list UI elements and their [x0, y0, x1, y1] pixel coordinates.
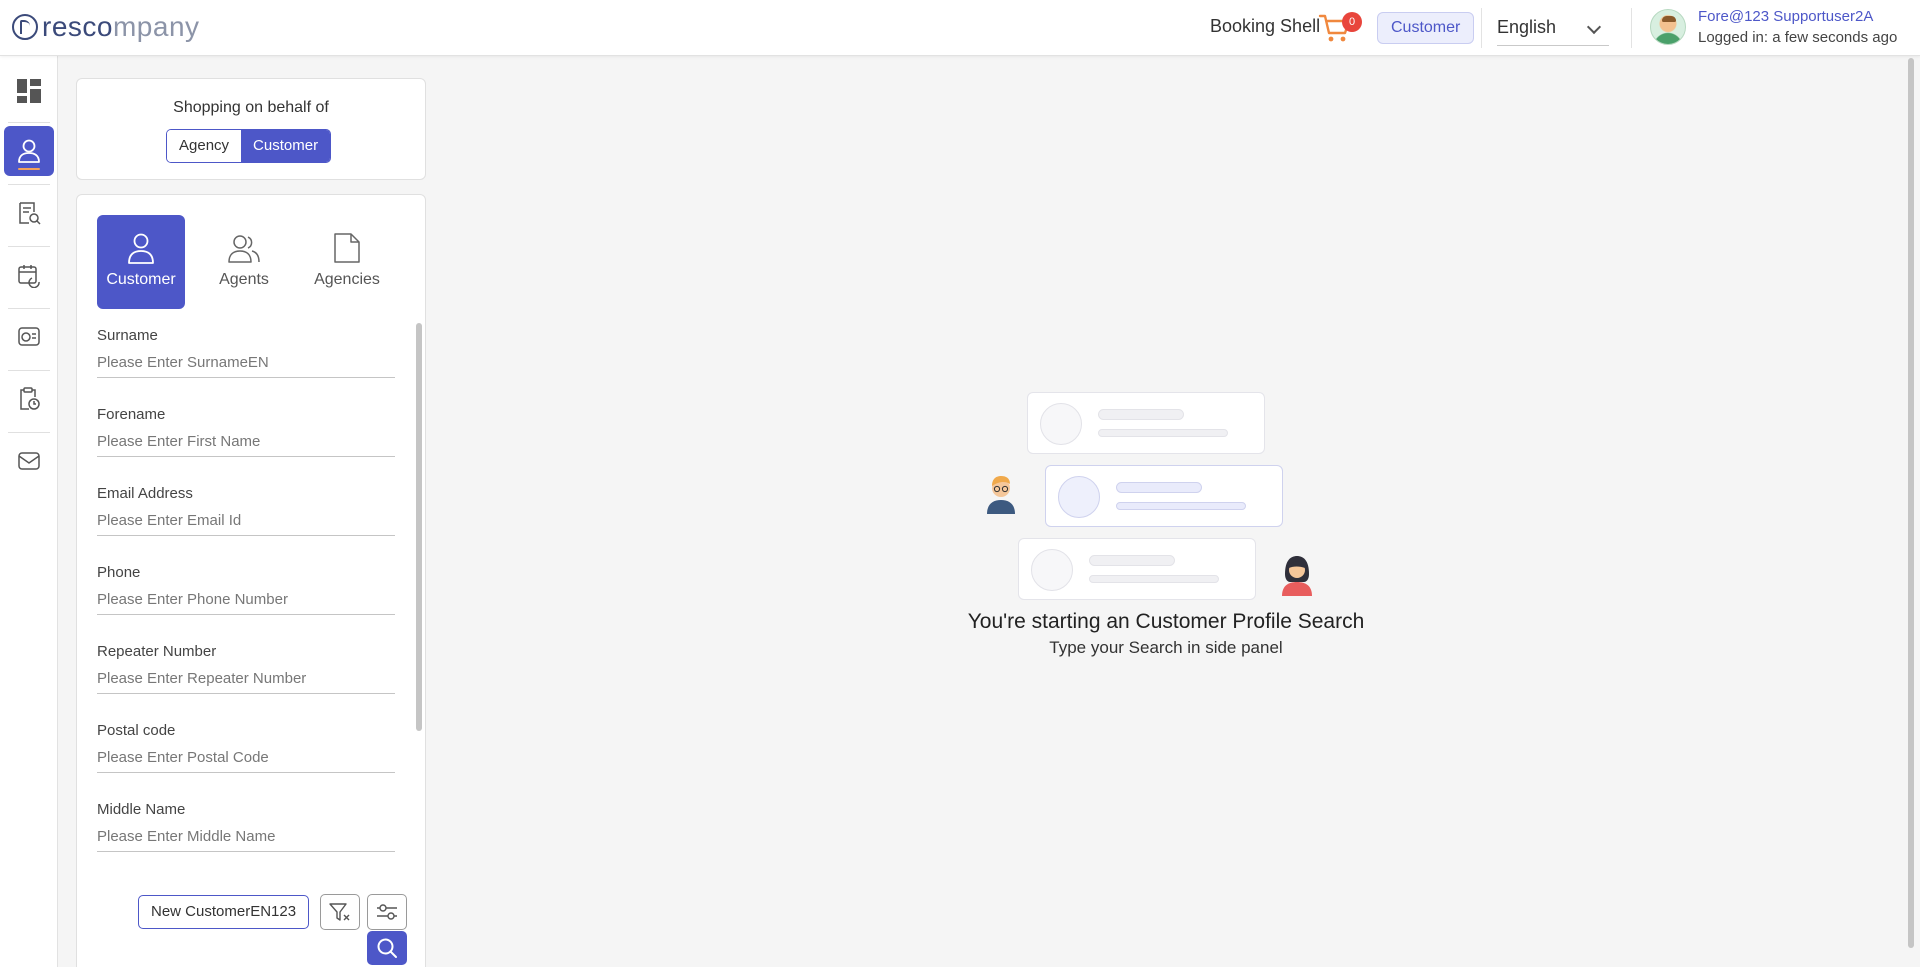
middle-name-input[interactable] — [97, 822, 395, 852]
company-logo[interactable]: rescompany — [12, 10, 200, 44]
search-button[interactable] — [367, 931, 407, 965]
booking-search-icon — [19, 202, 41, 225]
behalf-customer-button[interactable]: Customer — [241, 130, 331, 162]
divider — [1631, 8, 1632, 48]
placeholder-card — [1018, 538, 1256, 600]
behalf-toggle: Agency Customer — [166, 129, 332, 163]
booking-shell-label: Booking Shell — [1210, 16, 1321, 36]
surname-input[interactable] — [97, 348, 395, 378]
empty-state: You're starting an Customer Profile Sear… — [866, 0, 1466, 967]
phone-field-group: Phone — [97, 562, 395, 641]
avatar[interactable] — [1650, 9, 1686, 45]
tab-agencies[interactable]: Agencies — [303, 215, 391, 309]
mail-icon — [18, 452, 40, 470]
placeholder-card — [1027, 392, 1265, 454]
filter-clear-icon — [329, 903, 350, 921]
tab-customer[interactable]: Customer — [97, 215, 185, 309]
search-actions: New CustomerEN123 — [77, 885, 425, 965]
sliders-icon — [377, 904, 397, 920]
fields-scrollbar[interactable] — [415, 323, 423, 873]
nav-payments[interactable] — [4, 312, 54, 362]
forename-label: Forename — [97, 406, 166, 423]
divider — [1481, 8, 1482, 48]
search-icon — [377, 938, 397, 958]
tab-agents[interactable]: Agents — [200, 215, 288, 309]
divider — [8, 432, 50, 433]
repeater-number-input[interactable] — [97, 664, 395, 694]
postal-code-label: Postal code — [97, 722, 176, 739]
surname-field-group: Surname — [97, 325, 395, 404]
behalf-agency-button[interactable]: Agency — [167, 130, 242, 162]
cart-button[interactable]: 0 — [1318, 12, 1362, 46]
tab-agents-label: Agents — [219, 271, 269, 288]
divider — [8, 122, 50, 123]
profile-icon — [18, 139, 40, 163]
new-customer-button[interactable]: New CustomerEN123 — [138, 895, 310, 929]
nav-clipboard-clock[interactable] — [4, 374, 54, 424]
document-icon — [334, 233, 360, 263]
clear-filter-button[interactable] — [320, 894, 360, 930]
search-type-tabs: Customer Agents Agencies — [77, 195, 425, 315]
email-label: Email Address — [97, 485, 193, 502]
surname-label: Surname — [97, 327, 158, 344]
forename-input[interactable] — [97, 427, 395, 457]
language-value: English — [1497, 17, 1557, 37]
language-select[interactable]: English — [1497, 10, 1609, 46]
divider — [8, 246, 50, 247]
role-badge[interactable]: Customer — [1377, 12, 1475, 44]
left-nav-rail — [0, 56, 58, 967]
search-panel: Customer Agents Agencies Surname Forenam — [76, 194, 426, 967]
male-agent-illustration-icon — [987, 476, 1015, 514]
repeater-number-label: Repeater Number — [97, 643, 217, 660]
main-scrollbar[interactable] — [1906, 58, 1916, 958]
fields-scroll-thumb[interactable] — [416, 323, 422, 731]
behalf-title: Shopping on behalf of — [173, 99, 329, 116]
email-input[interactable] — [97, 506, 395, 536]
repeater-number-field-group: Repeater Number — [97, 641, 395, 720]
middle-name-field-group: Middle Name — [97, 799, 395, 878]
nav-dashboard[interactable] — [4, 66, 54, 116]
divider — [8, 308, 50, 309]
tab-agencies-label: Agencies — [314, 271, 380, 288]
female-agent-illustration-icon — [1282, 556, 1312, 596]
dashboard-icon — [17, 79, 41, 103]
advanced-filter-button[interactable] — [367, 894, 407, 930]
nav-mail[interactable] — [4, 436, 54, 486]
placeholder-card — [1045, 465, 1283, 527]
top-bar: rescompany Booking Shell 0 Customer Engl… — [0, 0, 1920, 56]
empty-state-title: You're starting an Customer Profile Sear… — [967, 610, 1365, 633]
chevron-down-icon — [1586, 19, 1602, 35]
phone-input[interactable] — [97, 585, 395, 615]
middle-name-label: Middle Name — [97, 801, 186, 818]
postal-code-input[interactable] — [97, 743, 395, 773]
logo-mark-icon — [12, 14, 38, 40]
user-name[interactable]: Fore@123 Supportuser2A — [1698, 8, 1873, 25]
nav-profile[interactable] — [4, 126, 54, 176]
search-fields: Surname Forename Email Address Phone Rep… — [97, 325, 395, 878]
forename-field-group: Forename — [97, 404, 395, 483]
logo-text-dark: resco — [42, 11, 113, 42]
nav-booking-search[interactable] — [4, 188, 54, 238]
tab-customer-label: Customer — [106, 271, 176, 288]
empty-state-subtitle: Type your Search in side panel — [1049, 638, 1283, 657]
users-icon — [228, 235, 260, 263]
logo-text-light: mpany — [112, 11, 200, 42]
email-field-group: Email Address — [97, 483, 395, 562]
payments-icon — [18, 327, 40, 346]
user-icon — [128, 233, 154, 264]
calendar-refresh-icon — [18, 265, 40, 288]
nav-calendar-refresh[interactable] — [4, 250, 54, 300]
login-status: Logged in: a few seconds ago — [1698, 29, 1898, 46]
divider — [8, 370, 50, 371]
shopping-on-behalf-card: Shopping on behalf of Agency Customer — [76, 78, 426, 180]
divider — [8, 184, 50, 185]
clipboard-clock-icon — [20, 387, 40, 410]
cart-count-badge: 0 — [1342, 12, 1362, 32]
main-scroll-thumb[interactable] — [1908, 58, 1914, 948]
postal-code-field-group: Postal code — [97, 720, 395, 799]
phone-label: Phone — [97, 564, 141, 581]
